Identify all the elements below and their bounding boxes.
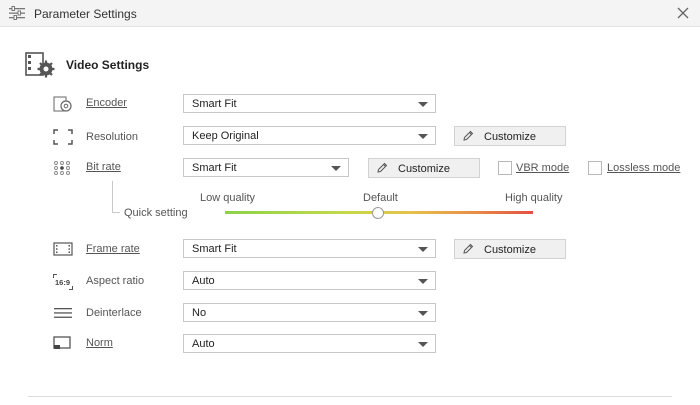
vbr-mode-label[interactable]: VBR mode [516, 162, 569, 174]
section-title: Video Settings [66, 58, 150, 72]
video-settings-icon [25, 52, 55, 78]
frame-rate-label[interactable]: Frame rate [86, 243, 140, 255]
chevron-down-icon [418, 311, 428, 316]
tree-connector [112, 212, 120, 213]
encoder-label[interactable]: Encoder [86, 97, 127, 109]
resolution-customize-button[interactable]: Customize [454, 126, 566, 146]
settings-sliders-icon [9, 6, 25, 20]
quick-setting-label: Quick setting [124, 207, 188, 219]
customize-label: Customize [484, 244, 536, 256]
bitrate-value: Smart Fit [192, 162, 237, 174]
low-quality-label: Low quality [200, 192, 256, 204]
lossless-mode-label[interactable]: Lossless mode [607, 162, 680, 174]
deinterlace-select[interactable]: No [183, 303, 436, 322]
deinterlace-icon [54, 308, 72, 318]
bitrate-label[interactable]: Bit rate [86, 161, 121, 173]
encoder-select[interactable]: Smart Fit [183, 94, 436, 113]
window-title: Parameter Settings [34, 7, 137, 21]
aspect-ratio-icon-text: 16:9 [55, 278, 70, 287]
frame-rate-customize-button[interactable]: Customize [454, 239, 566, 259]
resolution-select[interactable]: Keep Original [183, 126, 436, 145]
bitrate-customize-button[interactable]: Customize [368, 158, 480, 178]
default-quality-label: Default [363, 192, 398, 204]
high-quality-label: High quality [505, 192, 563, 204]
frame-rate-value: Smart Fit [192, 243, 237, 255]
aspect-ratio-icon: 16:9 [53, 274, 73, 290]
chevron-down-icon [418, 134, 428, 139]
chevron-down-icon [418, 102, 428, 107]
chevron-down-icon [418, 342, 428, 347]
pencil-icon [377, 162, 388, 173]
resolution-icon [53, 129, 73, 145]
norm-icon [53, 336, 71, 349]
encoder-icon [53, 96, 72, 112]
aspect-ratio-label: Aspect ratio [86, 275, 145, 287]
bitrate-select[interactable]: Smart Fit [183, 158, 349, 177]
close-icon[interactable] [676, 6, 690, 20]
resolution-label: Resolution [86, 131, 138, 143]
pencil-icon [463, 130, 474, 141]
customize-label: Customize [398, 163, 450, 175]
chevron-down-icon [331, 166, 341, 171]
aspect-ratio-select[interactable]: Auto [183, 271, 436, 290]
norm-value: Auto [192, 338, 215, 350]
frame-rate-select[interactable]: Smart Fit [183, 239, 436, 258]
pencil-icon [463, 243, 474, 254]
divider [28, 396, 672, 397]
aspect-ratio-value: Auto [192, 275, 215, 287]
deinterlace-label: Deinterlace [86, 307, 142, 319]
resolution-value: Keep Original [192, 130, 259, 142]
vbr-mode-checkbox[interactable] [498, 161, 512, 175]
chevron-down-icon [418, 247, 428, 252]
tree-connector [112, 181, 113, 213]
encoder-value: Smart Fit [192, 98, 237, 110]
bitrate-icon [54, 161, 70, 175]
title-bar: Parameter Settings [0, 0, 700, 27]
chevron-down-icon [418, 279, 428, 284]
norm-select[interactable]: Auto [183, 334, 436, 353]
deinterlace-value: No [192, 307, 207, 319]
norm-label[interactable]: Norm [86, 337, 113, 349]
lossless-mode-checkbox[interactable] [588, 161, 602, 175]
customize-label: Customize [484, 131, 536, 143]
quality-slider-thumb[interactable] [372, 207, 384, 219]
frame-rate-icon [53, 242, 73, 256]
